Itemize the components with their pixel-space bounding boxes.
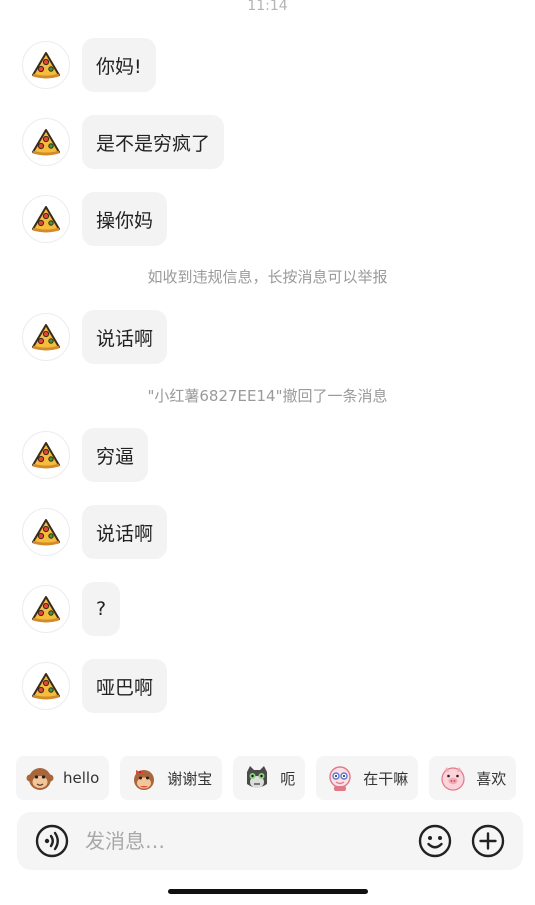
message-bubble[interactable]: ? xyxy=(82,582,121,636)
quick-reply-label: hello xyxy=(63,769,100,787)
avatar[interactable] xyxy=(22,313,70,361)
pizza-slice-icon xyxy=(32,596,60,623)
message-bubble[interactable]: 穷逼 xyxy=(82,428,149,482)
cat-sticker-icon xyxy=(247,766,268,788)
pizza-slice-icon xyxy=(32,519,60,546)
pizza-slice-icon xyxy=(32,206,60,233)
voice-icon xyxy=(35,824,69,858)
message-row: 哑巴啊 xyxy=(22,659,168,713)
avatar[interactable] xyxy=(22,662,70,710)
message-bubble[interactable]: 说话啊 xyxy=(82,310,168,364)
avatar[interactable] xyxy=(22,195,70,243)
message-bubble[interactable]: 哑巴啊 xyxy=(82,659,168,713)
message-bubble[interactable]: 说话啊 xyxy=(82,505,168,559)
quick-reply-whatsup[interactable]: 在干嘛 xyxy=(316,756,419,800)
emoji-button[interactable] xyxy=(418,824,452,858)
pizza-slice-icon xyxy=(32,673,60,700)
avatar[interactable] xyxy=(22,41,70,89)
quick-reply-er[interactable]: 呃 xyxy=(233,756,306,800)
pizza-slice-icon xyxy=(32,52,60,79)
voice-button[interactable] xyxy=(35,824,69,858)
avatar[interactable] xyxy=(22,508,70,556)
recall-notice: "小红薯6827EE14"撤回了一条消息 xyxy=(147,387,388,405)
message-row: 穷逼 xyxy=(22,428,149,482)
message-row: 操你妈 xyxy=(22,192,168,246)
message-bubble[interactable]: 操你妈 xyxy=(82,192,168,246)
avatar[interactable] xyxy=(22,431,70,479)
quick-reply-label: 谢谢宝 xyxy=(167,769,213,788)
quick-reply-thanks[interactable]: 谢谢宝 xyxy=(120,756,223,800)
pig-sticker-icon xyxy=(441,767,465,791)
report-hint-notice: 如收到违规信息，长按消息可以举报 xyxy=(147,268,388,286)
message-row: 说话啊 xyxy=(22,505,168,559)
pizza-slice-icon xyxy=(32,442,60,469)
pizza-slice-icon xyxy=(32,324,60,351)
message-input-bar xyxy=(17,812,523,870)
message-input[interactable] xyxy=(83,820,408,862)
avatar[interactable] xyxy=(22,585,70,633)
emoji-icon xyxy=(418,824,452,858)
plus-icon xyxy=(471,824,505,858)
message-row: ? xyxy=(22,582,121,636)
pizza-slice-icon xyxy=(32,129,60,156)
message-row: 你妈! xyxy=(22,38,156,92)
avatar[interactable] xyxy=(22,118,70,166)
doll-sticker-icon xyxy=(329,766,351,791)
quick-reply-bar: hello 谢谢宝 呃 在干嘛 喜欢 xyxy=(16,756,517,800)
home-indicator[interactable] xyxy=(168,889,368,894)
time-label: 11:14 xyxy=(247,0,288,14)
message-bubble[interactable]: 是不是穷疯了 xyxy=(82,115,225,169)
add-button[interactable] xyxy=(471,824,505,858)
quick-reply-label: 在干嘛 xyxy=(363,769,409,788)
monkey-bow-sticker-icon xyxy=(134,770,155,790)
monkey-sticker-icon xyxy=(26,768,54,790)
quick-reply-like[interactable]: 喜欢 xyxy=(429,756,517,800)
quick-reply-label: 喜欢 xyxy=(476,769,507,788)
message-bubble[interactable]: 你妈! xyxy=(82,38,156,92)
message-row: 说话啊 xyxy=(22,310,168,364)
quick-reply-hello[interactable]: hello xyxy=(16,756,110,800)
quick-reply-label: 呃 xyxy=(280,769,296,788)
message-row: 是不是穷疯了 xyxy=(22,115,225,169)
chat-screen: 11:14 你妈! 是不是穷疯了 操你妈 如收到违规信息，长按消息可以举报 说话… xyxy=(0,0,535,905)
